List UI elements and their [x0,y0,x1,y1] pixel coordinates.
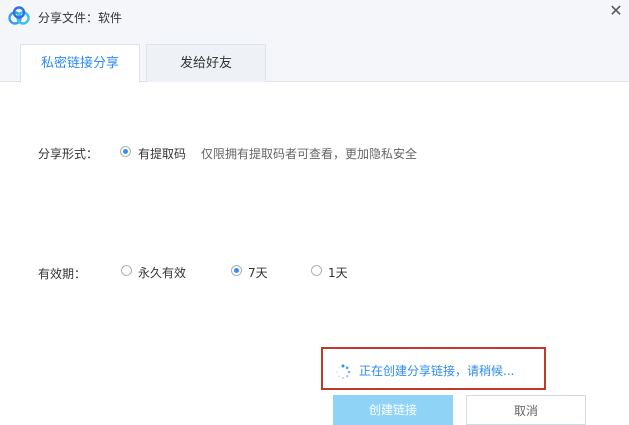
cancel-button[interactable]: 取消 [466,395,586,425]
radio-permanent[interactable] [121,265,132,276]
share-dialog: 分享文件：软件 ✕ 私密链接分享 发给好友 分享形式： 有提取码 仅限拥有提取码… [0,0,629,425]
title-bar: 分享文件：软件 ✕ [0,0,629,34]
option-permanent-label: 永久有效 [138,266,187,280]
radio-with-code[interactable] [120,146,131,157]
create-link-button[interactable]: 创建链接 [333,395,453,425]
dialog-title: 分享文件：软件 [38,11,123,25]
tab-send-to-friend[interactable]: 发给好友 [146,44,266,82]
option-7-days-label: 7天 [248,266,268,280]
option-1-day-label: 1天 [328,266,348,280]
validity-label: 有效期： [38,267,87,281]
share-form-label: 分享形式： [38,147,99,161]
radio-7-days[interactable] [231,265,242,276]
share-form-hint: 仅限拥有提取码者可查看，更加隐私安全 [201,147,418,161]
radio-1-day[interactable] [311,265,322,276]
tab-private-link-share[interactable]: 私密链接分享 [20,44,140,83]
spinner-icon [336,364,351,380]
creating-link-status: 正在创建分享链接，请稍候... [321,347,546,390]
status-text: 正在创建分享链接，请稍候... [359,364,515,378]
close-icon[interactable]: ✕ [606,2,626,20]
baidu-cloud-logo-icon [8,6,30,25]
option-with-code-label: 有提取码 [138,147,187,161]
